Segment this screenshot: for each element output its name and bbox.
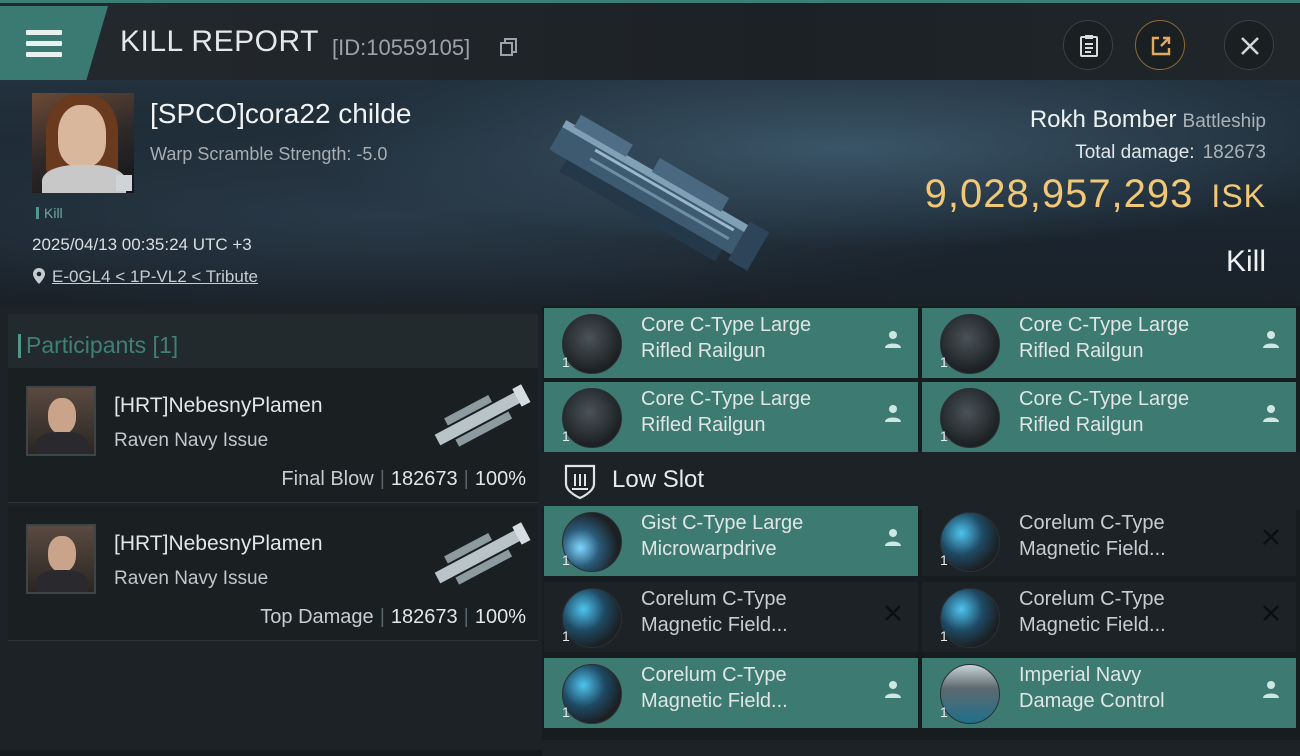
module-slot[interactable]: 1 Corelum C-Type Magnetic Field... — [544, 582, 918, 652]
menu-button[interactable] — [0, 6, 108, 80]
next-section-peek — [542, 740, 1300, 756]
participant-ship-image — [434, 384, 531, 447]
participant-stats: Final Blow | 182673 | 100% — [281, 468, 526, 490]
page-title: KILL REPORT — [120, 25, 319, 58]
destroyed-x-icon — [1263, 529, 1279, 545]
dropped-person-icon — [885, 529, 901, 546]
railgun-icon — [562, 314, 622, 374]
participant-card[interactable]: [HRT]NebesnyPlamen Raven Navy Issue Top … — [8, 506, 538, 641]
clipboard-icon — [1080, 35, 1098, 57]
module-name: Corelum C-Type Magnetic Field... — [641, 664, 788, 712]
module-slot[interactable]: 1 Core C-Type Large Rifled Railgun — [922, 308, 1296, 378]
report-id: [ID:10559105] — [332, 35, 471, 60]
module-name: Core C-Type Large Rifled Railgun — [1019, 314, 1190, 362]
module-slot[interactable]: 1 Imperial Navy Damage Control — [922, 658, 1296, 728]
module-name: Corelum C-Type Magnetic Field... — [641, 588, 788, 636]
participants-title: Participants [1] — [17, 332, 179, 358]
hamburger-icon — [26, 30, 62, 57]
module-name: Corelum C-Type Magnetic Field... — [1019, 512, 1166, 560]
dropped-person-icon — [885, 331, 901, 348]
module-slot[interactable]: 1 Core C-Type Large Rifled Railgun — [544, 382, 918, 452]
dropped-person-icon — [1263, 681, 1279, 698]
participant-avatar — [26, 524, 96, 594]
module-slot[interactable]: 1 Core C-Type Large Rifled Railgun — [922, 382, 1296, 452]
copy-icon[interactable] — [500, 38, 518, 56]
total-damage: Total damage: 182673 — [1075, 142, 1266, 163]
close-button[interactable] — [1224, 20, 1274, 70]
fitting-panel: 1 Core C-Type Large Rifled Railgun 1 Core… — [542, 306, 1300, 756]
module-name: Corelum C-Type Magnetic Field... — [1019, 588, 1166, 636]
magnetic-field-stabilizer-icon — [562, 588, 622, 648]
top-bar: KILL REPORT [ID:10559105] — [0, 0, 1300, 83]
low-slot-title: Low Slot — [612, 466, 705, 493]
module-name: Core C-Type Large Rifled Railgun — [641, 388, 812, 436]
location-link[interactable]: E-0GL4 < 1P-VL2 < Tribute — [52, 267, 258, 286]
railgun-icon — [940, 314, 1000, 374]
ship-class: Battleship — [1182, 111, 1266, 132]
ship-image — [549, 114, 770, 271]
participants-header: Participants [1] — [8, 314, 538, 372]
module-name: Core C-Type Large Rifled Railgun — [1019, 388, 1190, 436]
result-label: Kill — [1225, 245, 1266, 278]
isk-value: 9,028,957,293 ISK — [924, 172, 1266, 216]
participant-name: [HRT]NebesnyPlamen — [114, 394, 323, 417]
kill-datetime: 2025/04/13 00:35:24 UTC +3 — [32, 235, 252, 254]
dropped-person-icon — [885, 681, 901, 698]
menu-badge-icon — [116, 175, 132, 191]
module-name: Core C-Type Large Rifled Railgun — [641, 314, 812, 362]
railgun-icon — [940, 388, 1000, 448]
module-slot[interactable]: 1 Corelum C-Type Magnetic Field... — [544, 658, 918, 728]
participant-name: [HRT]NebesnyPlamen — [114, 532, 323, 555]
railgun-icon — [562, 388, 622, 448]
destroyed-x-icon — [1263, 605, 1279, 621]
microwarpdrive-icon — [562, 512, 622, 572]
module-name: Imperial Navy Damage Control — [1019, 664, 1165, 712]
participant-avatar — [26, 386, 96, 456]
participant-card[interactable]: [HRT]NebesnyPlamen Raven Navy Issue Fina… — [8, 368, 538, 503]
magnetic-field-stabilizer-icon — [562, 664, 622, 724]
destroyed-x-icon — [885, 605, 901, 621]
share-icon — [1151, 36, 1171, 56]
dropped-person-icon — [1263, 331, 1279, 348]
module-slot[interactable]: 1 Core C-Type Large Rifled Railgun — [544, 308, 918, 378]
participants-panel: Participants [1] [HRT]NebesnyPlamen Rave… — [0, 306, 542, 750]
close-icon — [1241, 37, 1259, 55]
module-slot[interactable]: 1 Corelum C-Type Magnetic Field... — [922, 506, 1296, 576]
magnetic-field-stabilizer-icon — [940, 512, 1000, 572]
ship-name[interactable]: Rokh Bomber Battleship — [1030, 106, 1266, 134]
kill-tag: Kill — [36, 205, 63, 221]
low-slot-header: Low Slot — [542, 452, 1300, 510]
participant-stats: Top Damage | 182673 | 100% — [260, 606, 526, 628]
low-slot-shield-icon — [564, 464, 596, 500]
dropped-person-icon — [1263, 405, 1279, 422]
location-pin-icon — [33, 268, 45, 284]
dropped-person-icon — [885, 405, 901, 422]
magnetic-field-stabilizer-icon — [940, 588, 1000, 648]
victim-portrait[interactable] — [32, 93, 134, 193]
clipboard-button[interactable] — [1063, 20, 1113, 70]
participant-ship: Raven Navy Issue — [114, 430, 269, 451]
module-slot[interactable]: 1 Corelum C-Type Magnetic Field... — [922, 582, 1296, 652]
module-slot[interactable]: 1 Gist C-Type Large Microwarpdrive — [544, 506, 918, 576]
victim-banner: [SPCO]cora22 childe Warp Scramble Streng… — [0, 80, 1300, 306]
participant-ship: Raven Navy Issue — [114, 568, 269, 589]
participant-ship-image — [434, 522, 531, 585]
kill-location[interactable]: E-0GL4 < 1P-VL2 < Tribute — [32, 267, 258, 287]
share-button[interactable] — [1135, 20, 1185, 70]
damage-control-icon — [940, 664, 1000, 724]
warp-scramble-strength: Warp Scramble Strength: -5.0 — [150, 144, 388, 164]
victim-name[interactable]: [SPCO]cora22 childe — [150, 98, 411, 130]
module-name: Gist C-Type Large Microwarpdrive — [641, 512, 804, 560]
